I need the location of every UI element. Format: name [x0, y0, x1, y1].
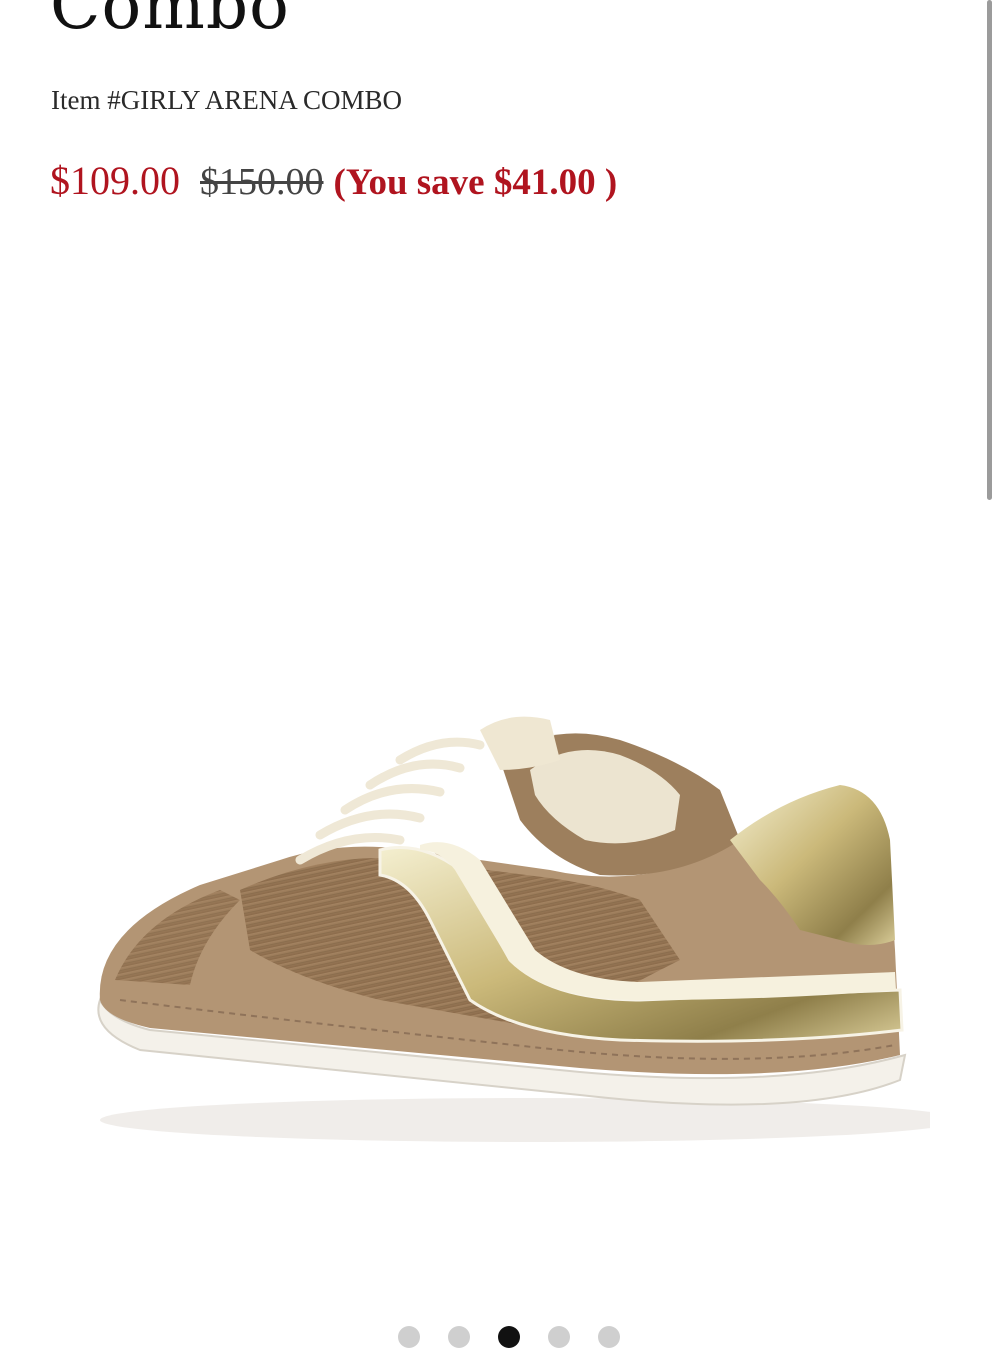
carousel-dot[interactable] [598, 1326, 620, 1348]
product-title: Combo [50, 0, 290, 44]
carousel-dot[interactable] [448, 1326, 470, 1348]
tongue-shape [480, 716, 560, 770]
item-number: Item #GIRLY ARENA COMBO [51, 85, 403, 115]
scrollbar[interactable] [987, 0, 992, 500]
carousel-dot[interactable] [398, 1326, 420, 1348]
laces [295, 737, 485, 865]
product-image[interactable] [80, 700, 930, 1150]
price-row: $109.00 $150.00 (You save $41.00 ) [50, 157, 617, 204]
original-price: $150.00 [200, 161, 324, 203]
savings-text: (You save $41.00 ) [333, 162, 618, 203]
carousel-dot[interactable] [498, 1326, 520, 1348]
shadow-shape [100, 1098, 930, 1142]
sale-price: $109.00 [50, 158, 180, 203]
carousel-dots [398, 1326, 620, 1348]
carousel-dot[interactable] [548, 1326, 570, 1348]
